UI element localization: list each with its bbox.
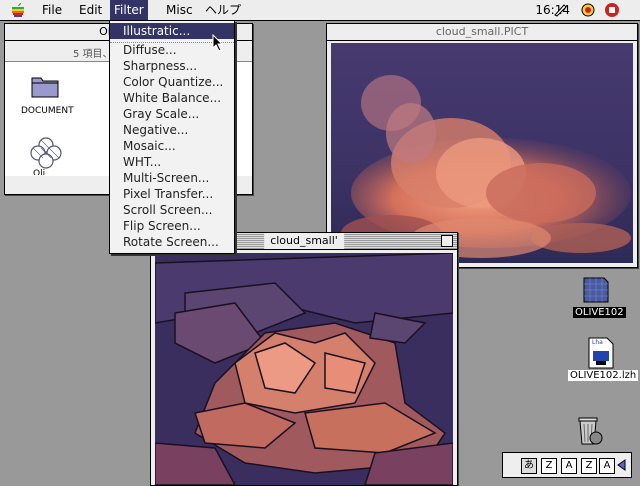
- folder-icon[interactable]: [29, 70, 61, 102]
- app-switcher-icon[interactable]: [604, 2, 620, 18]
- lha-icon-text: Lha: [592, 339, 603, 346]
- menu-file[interactable]: File: [42, 2, 62, 18]
- cloud-image: [341, 75, 631, 258]
- menu-item-flip-screen[interactable]: Flip Screen...: [110, 218, 234, 234]
- palette-mode-button-4[interactable]: Z: [581, 458, 597, 474]
- zoom-box-icon[interactable]: [441, 235, 453, 247]
- palette-mode-button-5[interactable]: A: [599, 458, 615, 474]
- menu-misc[interactable]: Misc: [166, 2, 193, 18]
- filter-dropdown-menu: Illustratic... Diffuse... Sharpness... C…: [109, 20, 235, 254]
- menu-item-white-balance[interactable]: White Balance...: [110, 90, 234, 106]
- disk-icon[interactable]: [580, 274, 612, 306]
- menu-filter[interactable]: Filter: [110, 0, 148, 20]
- cursor-arrow-icon: [212, 34, 224, 52]
- menu-item-mosaic[interactable]: Mosaic...: [110, 138, 234, 154]
- menu-item-negative[interactable]: Negative...: [110, 122, 234, 138]
- menu-item-rotate-screen[interactable]: Rotate Screen...: [110, 234, 234, 250]
- finder-item-count: 5 項目、: [73, 49, 113, 60]
- trash-icon[interactable]: [574, 412, 604, 446]
- menu-bar: File Edit Filter Misc ヘルプ 16:14: [0, 0, 640, 21]
- input-method-palette: あ Z A Z A: [502, 452, 632, 478]
- pict-image: [331, 43, 633, 263]
- clover-app-icon[interactable]: [29, 136, 63, 170]
- menu-item-color-quantize[interactable]: Color Quantize...: [110, 74, 234, 90]
- app-label-oli: Oli: [33, 169, 46, 175]
- palette-mode-button-3[interactable]: A: [561, 458, 577, 474]
- menu-item-scroll-screen[interactable]: Scroll Screen...: [110, 202, 234, 218]
- result-window[interactable]: cloud_small': [150, 232, 458, 486]
- application-menu-icon[interactable]: [580, 2, 596, 18]
- palette-collapse-arrow-icon[interactable]: [616, 459, 626, 471]
- palette-hiragana-button[interactable]: あ: [521, 458, 537, 474]
- menu-item-sharpness[interactable]: Sharpness...: [110, 58, 234, 74]
- apple-menu-icon[interactable]: [10, 2, 26, 18]
- desktop-label-olive102-lzh: OLIVE102.lzh: [568, 370, 639, 381]
- menu-item-pixel-transfer[interactable]: Pixel Transfer...: [110, 186, 234, 202]
- illustrated-cloud-image: [155, 253, 453, 485]
- menu-item-multi-screen[interactable]: Multi-Screen...: [110, 170, 234, 186]
- menu-edit[interactable]: Edit: [79, 2, 102, 18]
- result-image: [155, 253, 453, 485]
- palette-mode-button-2[interactable]: Z: [541, 458, 557, 474]
- pencil-icon[interactable]: [552, 2, 568, 18]
- menu-help[interactable]: ヘルプ: [205, 2, 241, 18]
- folder-label-document: DOCUMENT: [21, 106, 74, 116]
- menu-item-gray-scale[interactable]: Gray Scale...: [110, 106, 234, 122]
- result-title: cloud_small': [264, 233, 344, 249]
- pict-title: cloud_small.PICT: [429, 24, 535, 40]
- menu-item-wht[interactable]: WHT...: [110, 154, 234, 170]
- pict-titlebar[interactable]: cloud_small.PICT: [327, 24, 637, 41]
- desktop-label-olive102: OLIVE102: [573, 307, 626, 318]
